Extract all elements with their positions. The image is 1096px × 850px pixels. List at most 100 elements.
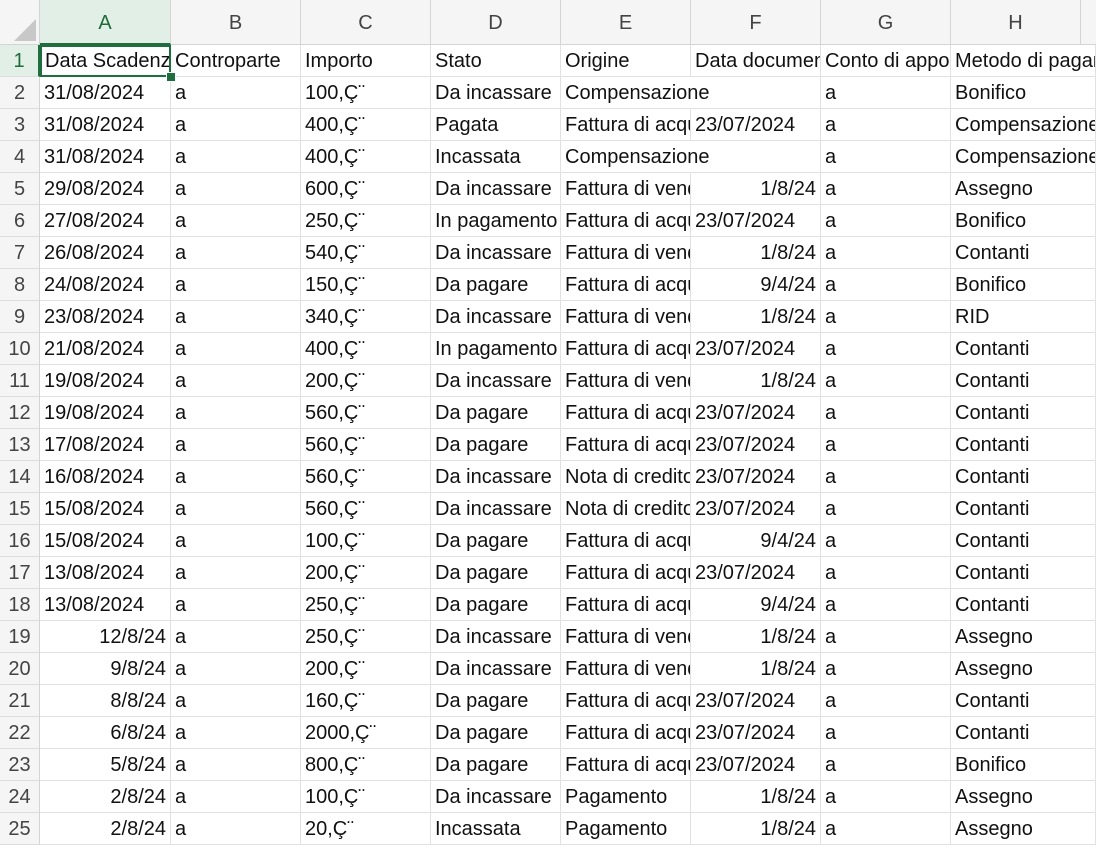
- row-header[interactable]: 16: [0, 525, 40, 557]
- table-cell[interactable]: 23/07/2024: [691, 109, 821, 141]
- header-cell[interactable]: Importo: [301, 45, 431, 77]
- table-cell[interactable]: 560,Ç¨: [301, 493, 431, 525]
- table-cell[interactable]: a: [171, 525, 301, 557]
- table-cell[interactable]: a: [171, 493, 301, 525]
- row-header[interactable]: 20: [0, 653, 40, 685]
- table-cell[interactable]: a: [821, 685, 951, 717]
- table-cell[interactable]: 23/07/2024: [691, 749, 821, 781]
- row-header[interactable]: 4: [0, 141, 40, 173]
- row-header[interactable]: 25: [0, 813, 40, 845]
- table-cell[interactable]: a: [821, 621, 951, 653]
- table-cell[interactable]: 2000,Ç¨: [301, 717, 431, 749]
- table-cell[interactable]: Contanti: [951, 525, 1096, 557]
- table-cell[interactable]: Da incassare: [431, 301, 561, 333]
- table-cell[interactable]: a: [171, 109, 301, 141]
- table-cell[interactable]: a: [171, 301, 301, 333]
- column-header-h[interactable]: H: [951, 0, 1081, 45]
- table-cell[interactable]: Da incassare: [431, 365, 561, 397]
- column-header-e[interactable]: E: [561, 0, 691, 45]
- table-cell[interactable]: Fattura di acquisto: [561, 525, 691, 557]
- table-cell[interactable]: 200,Ç¨: [301, 365, 431, 397]
- table-cell[interactable]: 400,Ç¨: [301, 333, 431, 365]
- table-cell[interactable]: In pagamento: [431, 205, 561, 237]
- table-cell[interactable]: Bonifico: [951, 205, 1096, 237]
- table-cell[interactable]: 540,Ç¨: [301, 237, 431, 269]
- table-cell[interactable]: 19/08/2024: [40, 397, 171, 429]
- table-cell[interactable]: Fattura di vendita: [561, 237, 691, 269]
- table-cell[interactable]: a: [171, 781, 301, 813]
- table-cell[interactable]: Fattura di acquisto: [561, 717, 691, 749]
- table-cell[interactable]: 15/08/2024: [40, 493, 171, 525]
- table-cell[interactable]: a: [171, 269, 301, 301]
- table-cell[interactable]: Fattura di acquisto: [561, 589, 691, 621]
- table-cell[interactable]: a: [171, 397, 301, 429]
- table-cell[interactable]: Fattura di acquisto: [561, 205, 691, 237]
- table-cell[interactable]: 13/08/2024: [40, 557, 171, 589]
- table-cell[interactable]: 100,Ç¨: [301, 525, 431, 557]
- table-cell[interactable]: Fattura di acquisto: [561, 749, 691, 781]
- table-cell[interactable]: Da incassare: [431, 653, 561, 685]
- row-header[interactable]: 6: [0, 205, 40, 237]
- table-cell[interactable]: Contanti: [951, 493, 1096, 525]
- column-header-c[interactable]: C: [301, 0, 431, 45]
- table-cell[interactable]: a: [821, 333, 951, 365]
- table-cell[interactable]: 1/8/24: [691, 621, 821, 653]
- table-cell[interactable]: a: [171, 461, 301, 493]
- row-header[interactable]: 10: [0, 333, 40, 365]
- table-cell[interactable]: Pagamento: [561, 781, 691, 813]
- table-cell[interactable]: a: [171, 429, 301, 461]
- table-cell[interactable]: 23/07/2024: [691, 205, 821, 237]
- table-cell[interactable]: 560,Ç¨: [301, 429, 431, 461]
- header-cell[interactable]: Data Scadenza: [40, 45, 171, 77]
- table-cell[interactable]: 31/08/2024: [40, 77, 171, 109]
- header-cell[interactable]: Conto di appoggio: [821, 45, 951, 77]
- table-cell[interactable]: a: [821, 461, 951, 493]
- table-cell[interactable]: a: [171, 141, 301, 173]
- table-cell[interactable]: 29/08/2024: [40, 173, 171, 205]
- table-cell[interactable]: 340,Ç¨: [301, 301, 431, 333]
- table-cell[interactable]: Da pagare: [431, 525, 561, 557]
- table-cell[interactable]: Bonifico: [951, 749, 1096, 781]
- table-cell[interactable]: a: [821, 141, 951, 173]
- table-cell[interactable]: 6/8/24: [40, 717, 171, 749]
- table-cell[interactable]: 26/08/2024: [40, 237, 171, 269]
- table-cell[interactable]: a: [171, 589, 301, 621]
- table-cell[interactable]: a: [171, 653, 301, 685]
- header-cell[interactable]: Data documento: [691, 45, 821, 77]
- row-header[interactable]: 1: [0, 45, 40, 77]
- table-cell[interactable]: 12/8/24: [40, 621, 171, 653]
- fill-handle[interactable]: [166, 72, 176, 82]
- table-cell[interactable]: 100,Ç¨: [301, 77, 431, 109]
- table-cell[interactable]: Da incassare: [431, 461, 561, 493]
- table-cell[interactable]: Da pagare: [431, 429, 561, 461]
- table-cell[interactable]: 200,Ç¨: [301, 557, 431, 589]
- table-cell[interactable]: a: [821, 525, 951, 557]
- table-cell[interactable]: a: [821, 589, 951, 621]
- table-cell[interactable]: 27/08/2024: [40, 205, 171, 237]
- table-cell[interactable]: Da incassare: [431, 173, 561, 205]
- table-cell[interactable]: 13/08/2024: [40, 589, 171, 621]
- table-cell[interactable]: Assegno: [951, 653, 1096, 685]
- table-cell[interactable]: Fattura di acquisto: [561, 109, 691, 141]
- table-cell[interactable]: a: [821, 205, 951, 237]
- table-cell[interactable]: a: [821, 173, 951, 205]
- table-cell[interactable]: Contanti: [951, 397, 1096, 429]
- table-cell[interactable]: [691, 141, 821, 173]
- table-cell[interactable]: 9/8/24: [40, 653, 171, 685]
- table-cell[interactable]: Bonifico: [951, 77, 1096, 109]
- table-cell[interactable]: 1/8/24: [691, 365, 821, 397]
- table-cell[interactable]: Contanti: [951, 461, 1096, 493]
- table-cell[interactable]: a: [821, 653, 951, 685]
- table-cell[interactable]: Fattura di acquisto: [561, 269, 691, 301]
- table-cell[interactable]: Fattura di vendita: [561, 301, 691, 333]
- table-cell[interactable]: 23/07/2024: [691, 429, 821, 461]
- table-cell[interactable]: a: [821, 77, 951, 109]
- table-cell[interactable]: 23/07/2024: [691, 397, 821, 429]
- table-cell[interactable]: 23/07/2024: [691, 557, 821, 589]
- table-cell[interactable]: Fattura di acquisto: [561, 429, 691, 461]
- table-cell[interactable]: a: [171, 237, 301, 269]
- table-cell[interactable]: Compensazione: [561, 141, 710, 173]
- table-cell[interactable]: a: [171, 557, 301, 589]
- table-cell[interactable]: [691, 77, 821, 109]
- table-cell[interactable]: Da pagare: [431, 589, 561, 621]
